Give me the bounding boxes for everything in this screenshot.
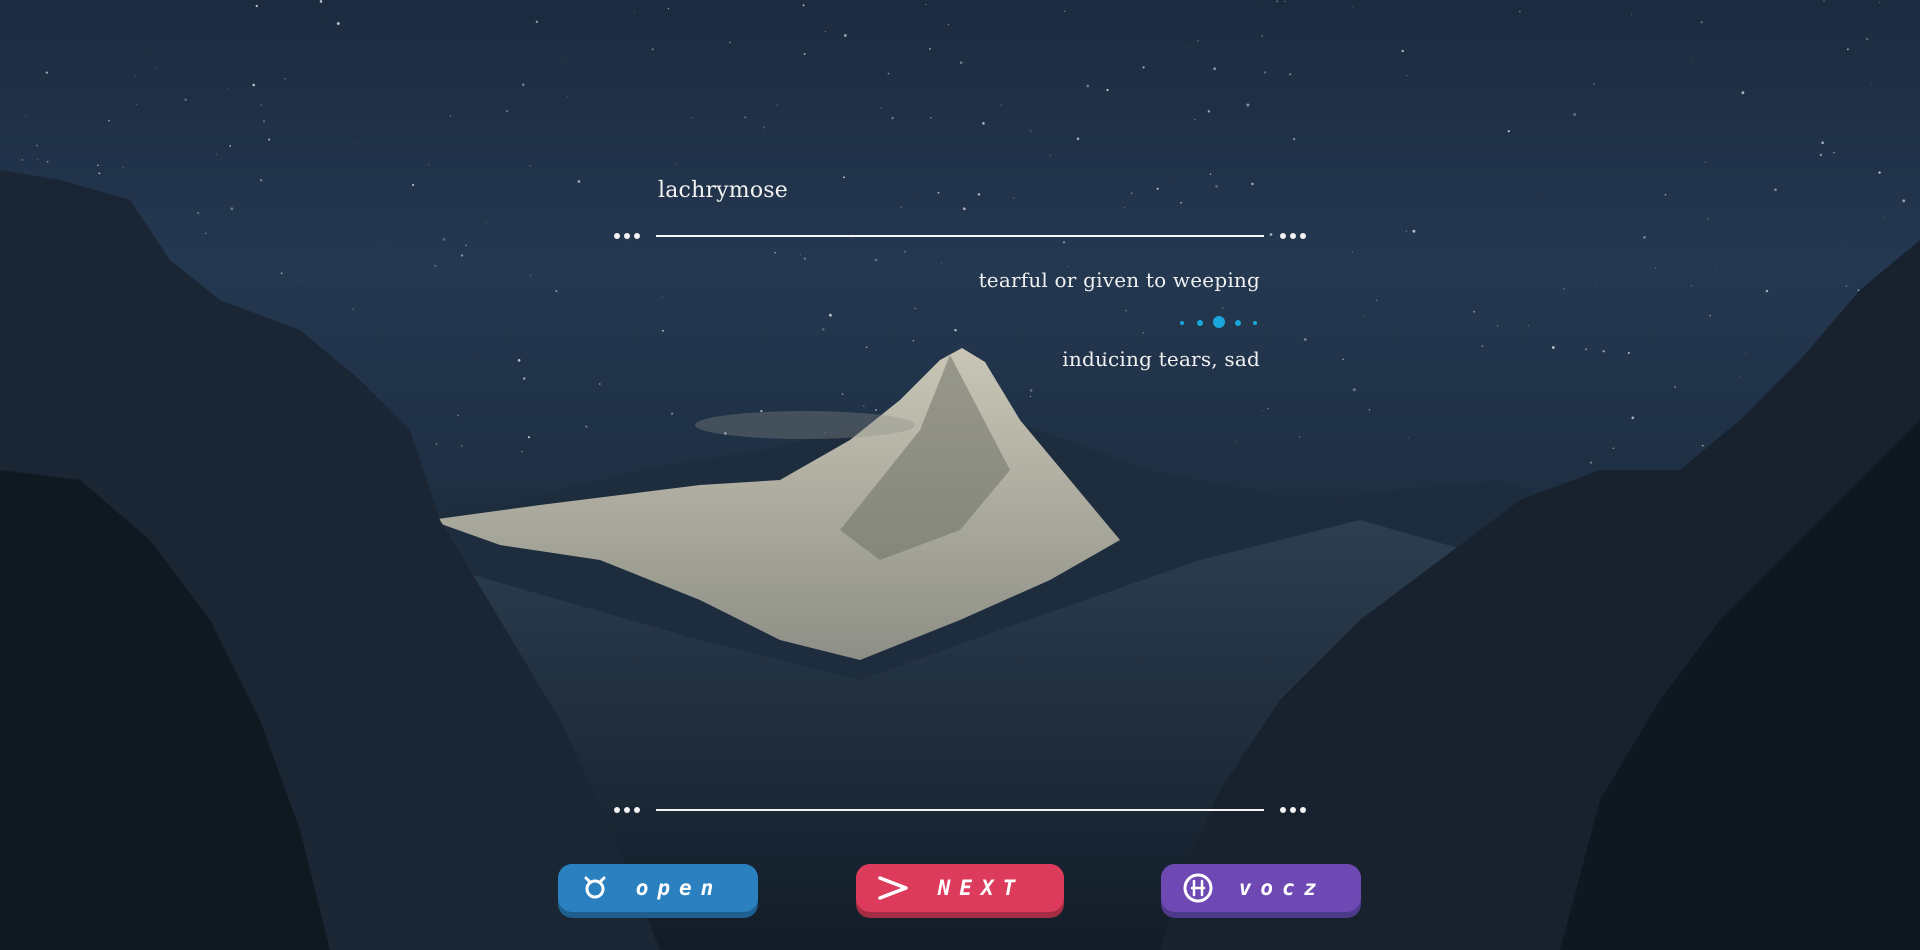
vocz-button-label: vocz	[1238, 876, 1326, 900]
next-button-face[interactable]: NEXT	[856, 864, 1064, 912]
vocabulary-word: lachrymose	[658, 178, 789, 203]
open-button-face[interactable]: open	[558, 864, 758, 912]
vocz-theta-icon	[1179, 869, 1217, 907]
pager-dot[interactable]	[1180, 321, 1184, 325]
bottom-divider	[612, 804, 1308, 816]
open-button[interactable]: open	[558, 864, 758, 918]
pager-dot[interactable]	[1253, 321, 1257, 325]
open-icon	[576, 869, 614, 907]
divider-line	[656, 235, 1264, 237]
definition-pager[interactable]	[1178, 316, 1258, 330]
definition-2: inducing tears, sad	[1062, 347, 1260, 371]
next-button-label: NEXT	[937, 876, 1025, 900]
flashcard-panel: lachrymose tearful or given to weeping i…	[0, 0, 1920, 950]
vocz-button-face[interactable]: vocz	[1161, 864, 1361, 912]
open-button-label: open	[635, 876, 723, 900]
definition-1: tearful or given to weeping	[978, 268, 1260, 292]
pager-dot-active[interactable]	[1213, 316, 1225, 328]
pager-dot[interactable]	[1235, 320, 1241, 326]
top-divider	[612, 230, 1308, 242]
divider-dots-left	[614, 233, 640, 239]
divider-dots-left	[614, 807, 640, 813]
divider-line	[656, 809, 1264, 811]
next-arrow-icon	[874, 869, 912, 907]
divider-dots-right	[1280, 807, 1306, 813]
next-button[interactable]: NEXT	[856, 864, 1064, 918]
divider-dots-right	[1280, 233, 1306, 239]
vocz-button[interactable]: vocz	[1161, 864, 1361, 918]
pager-dot[interactable]	[1197, 320, 1203, 326]
